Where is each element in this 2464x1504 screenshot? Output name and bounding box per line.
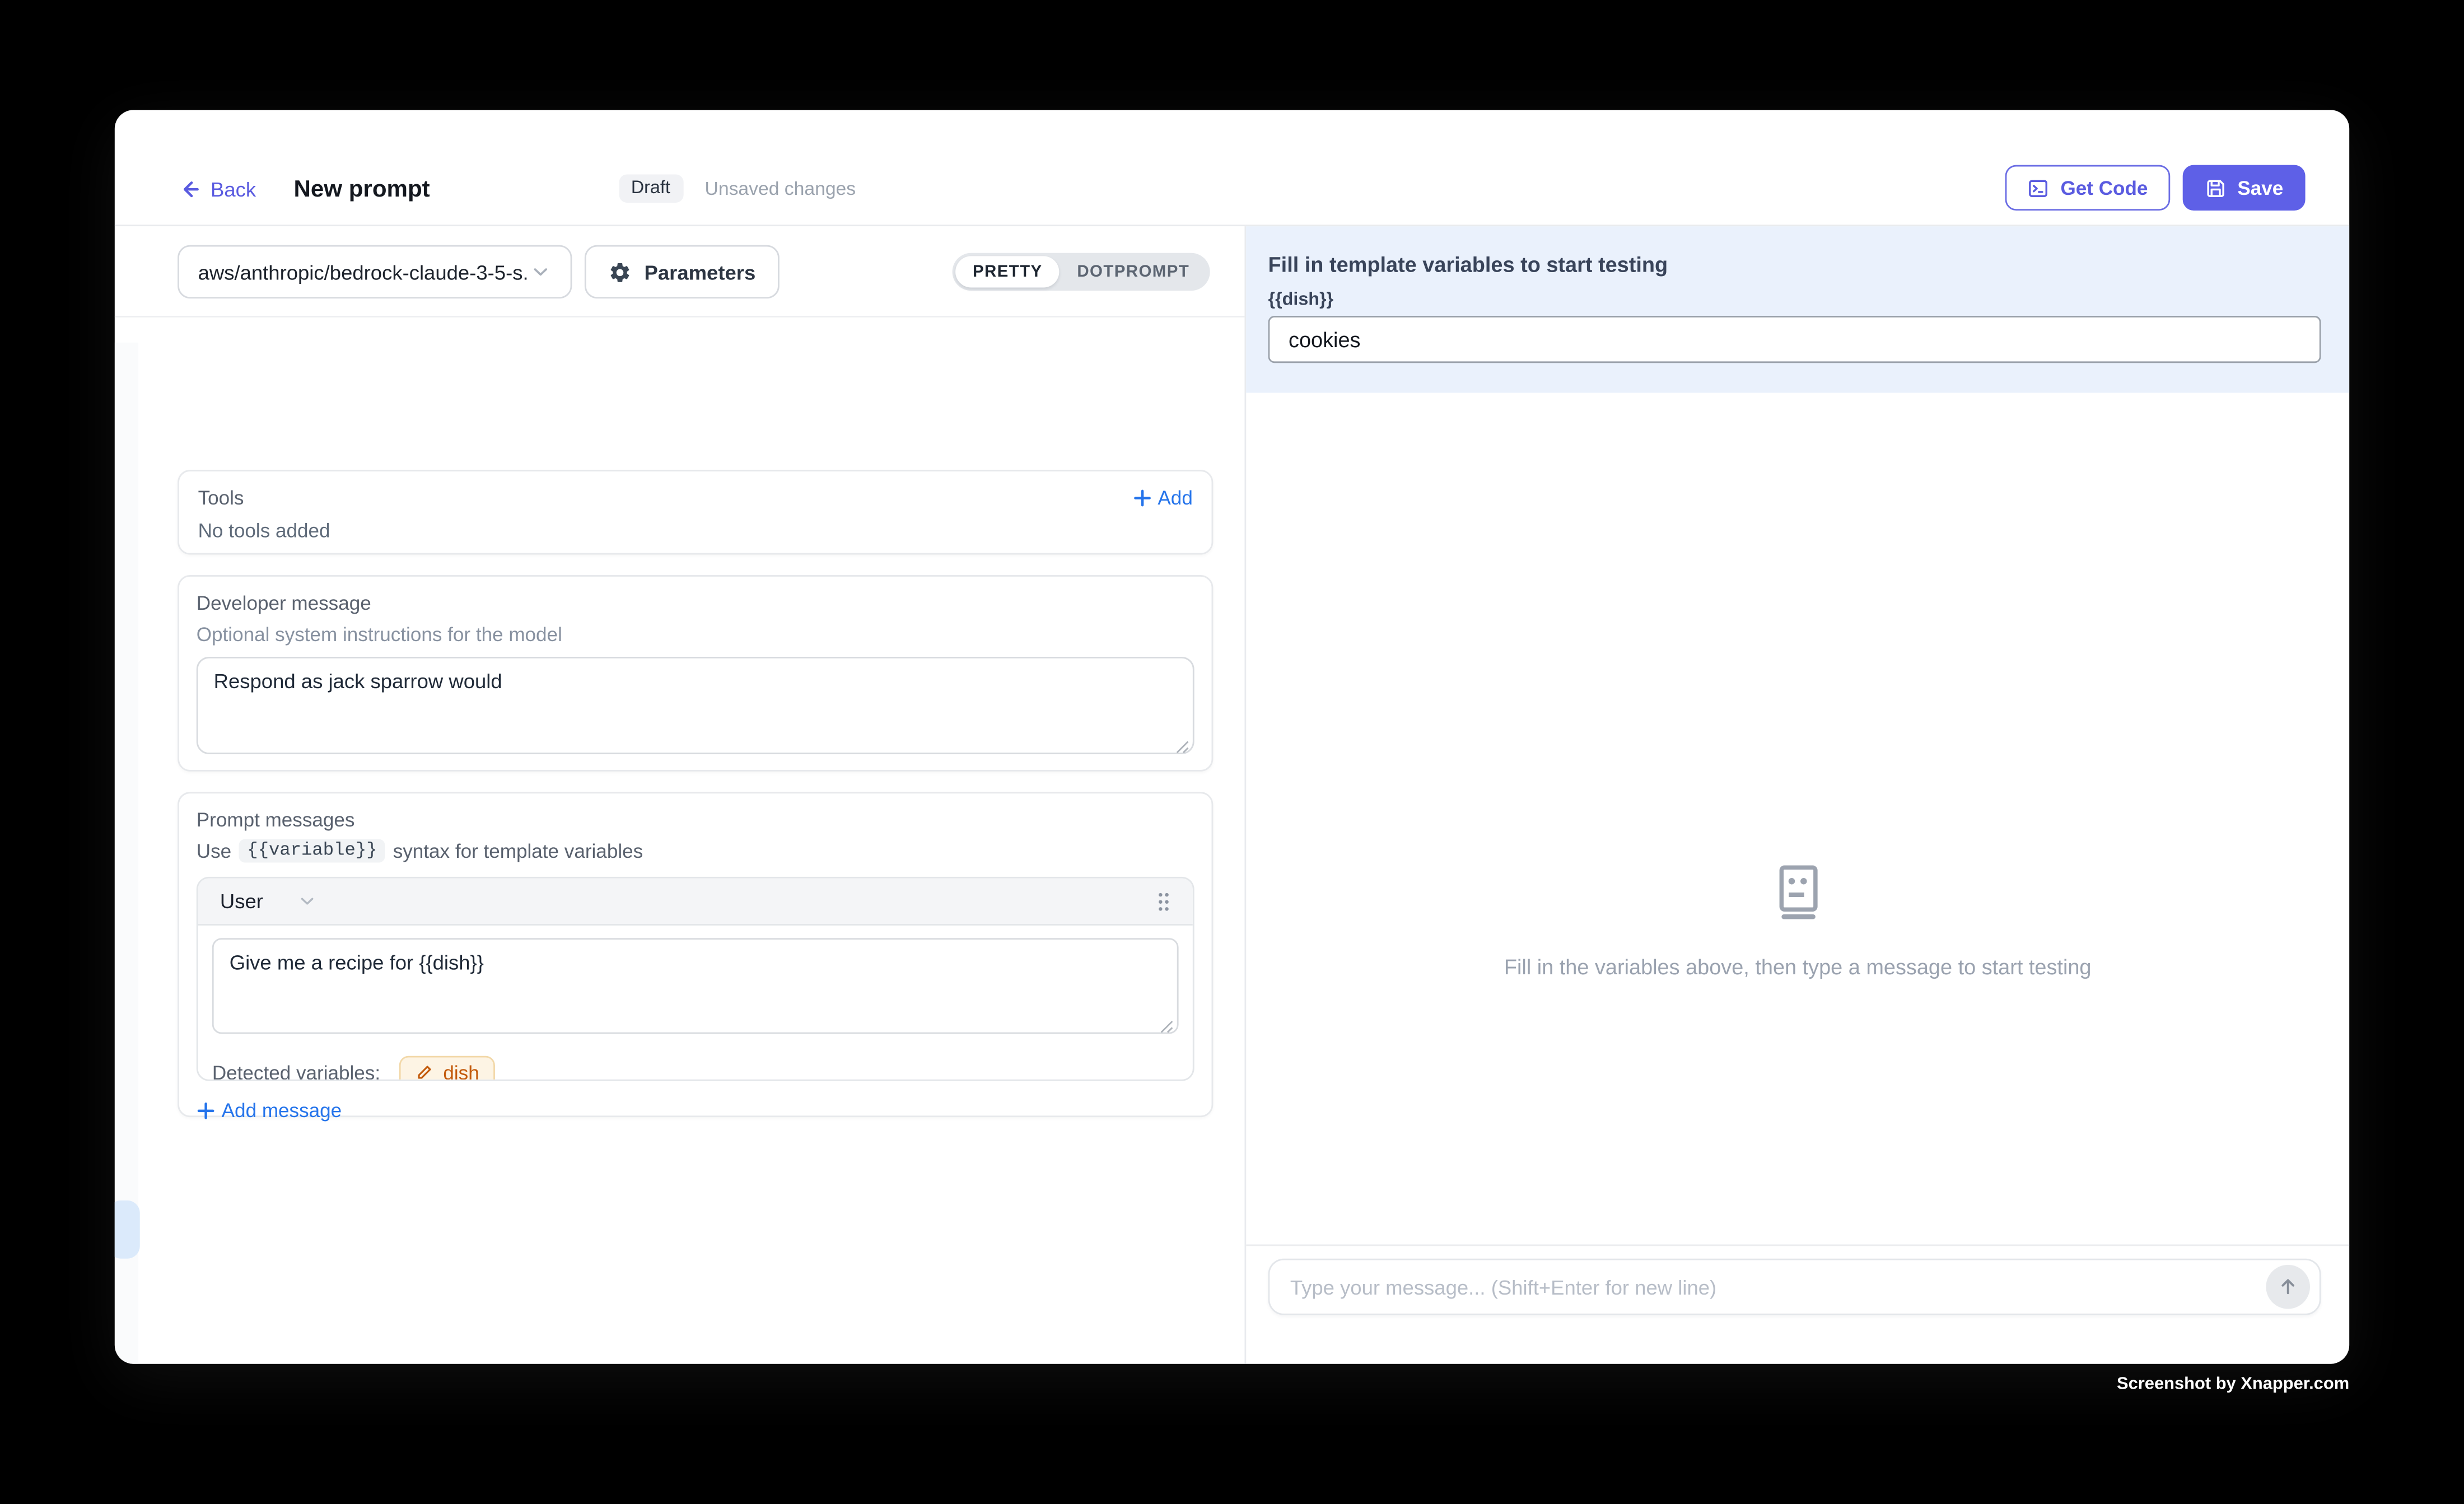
model-bar: aws/anthropic/bedrock-claude-3-5-s... Pa… [115, 226, 1245, 317]
tools-empty-text: No tools added [198, 520, 1193, 542]
developer-message-textarea[interactable]: Respond as jack sparrow would [197, 657, 1194, 754]
add-message-label: Add message [222, 1100, 342, 1122]
chevron-down-icon [530, 261, 552, 283]
add-tool-label: Add [1158, 487, 1192, 509]
resize-handle-icon[interactable] [1160, 1020, 1174, 1034]
message-content-textarea[interactable]: Give me a recipe for {{dish}} [212, 938, 1179, 1034]
variable-name-label: {{dish}} [1268, 291, 2321, 310]
chevron-down-icon [298, 891, 318, 911]
tools-card: Tools Add No tools added [178, 470, 1213, 555]
pencil-icon [415, 1064, 434, 1081]
model-selector[interactable]: aws/anthropic/bedrock-claude-3-5-s... [178, 245, 572, 298]
get-code-button[interactable]: Get Code [2005, 165, 2169, 211]
role-value: User [220, 889, 263, 913]
watermark-text: Screenshot by Xnapper.com [1765, 1375, 2349, 1394]
variable-value-input[interactable] [1268, 316, 2321, 363]
detected-variables-label: Detected variables: [212, 1062, 380, 1081]
save-icon [2204, 177, 2226, 199]
plus-icon [197, 1101, 216, 1120]
back-arrow-icon [178, 177, 201, 200]
role-selector[interactable]: User [220, 889, 318, 913]
syntax-hint: Use {{variable}} syntax for template var… [197, 839, 1194, 862]
tools-title: Tools [198, 487, 244, 509]
parameters-button[interactable]: Parameters [585, 245, 779, 298]
prompt-editor-pane: aws/anthropic/bedrock-claude-3-5-s... Pa… [115, 226, 1245, 1364]
save-button[interactable]: Save [2182, 165, 2305, 211]
screenshot-stage: Back New prompt Draft Unsaved changes Ge… [0, 0, 2464, 1503]
add-message-button[interactable]: Add message [197, 1100, 342, 1122]
unsaved-changes-note: Unsaved changes [705, 178, 856, 199]
syntax-variable-chip: {{variable}} [239, 839, 385, 862]
drag-handle-icon[interactable] [1156, 890, 1170, 912]
developer-message-card: Developer message Optional system instru… [178, 575, 1213, 772]
robot-face-icon [1768, 863, 1827, 921]
test-pane: Fill in template variables to start test… [1244, 226, 2349, 1364]
syntax-hint-suffix: syntax for template variables [393, 840, 643, 862]
model-selector-value: aws/anthropic/bedrock-claude-3-5-s... [198, 260, 530, 283]
chat-input-bar [1246, 1244, 2349, 1363]
app-window: Back New prompt Draft Unsaved changes Ge… [115, 110, 2349, 1363]
status-badge: Draft [618, 174, 683, 203]
left-edge-artifact [115, 1201, 140, 1259]
message-row: User Give me a r [197, 877, 1194, 1081]
tab-pretty[interactable]: PRETTY [955, 256, 1060, 287]
variable-chip-label: dish [443, 1062, 479, 1081]
send-button[interactable] [2266, 1265, 2310, 1309]
get-code-label: Get Code [2060, 177, 2148, 199]
detected-variables-row: Detected variables: dish [198, 1041, 1193, 1081]
message-header: User [198, 879, 1193, 926]
chat-input-container [1268, 1259, 2321, 1315]
template-variables-panel: Fill in template variables to start test… [1246, 226, 2349, 393]
tab-dotprompt[interactable]: DOTPROMPT [1060, 256, 1207, 287]
developer-message-subtitle: Optional system instructions for the mod… [197, 624, 1194, 646]
terminal-icon [2028, 177, 2050, 199]
view-mode-toggle: PRETTY DOTPROMPT [952, 253, 1210, 291]
variables-panel-title: Fill in template variables to start test… [1268, 253, 2321, 277]
chat-message-input[interactable] [1290, 1275, 2266, 1299]
back-label: Back [211, 177, 256, 200]
parameters-label: Parameters [645, 260, 756, 283]
plus-icon [1133, 489, 1152, 508]
chat-empty-state: Fill in the variables above, then type a… [1246, 863, 2349, 979]
syntax-hint-prefix: Use [197, 840, 231, 862]
arrow-up-icon [2277, 1276, 2299, 1298]
resize-handle-icon[interactable] [1175, 740, 1189, 754]
variable-chip-dish[interactable]: dish [399, 1056, 495, 1081]
developer-message-title: Developer message [197, 592, 1194, 614]
save-label: Save [2237, 177, 2283, 199]
prompt-messages-card: Prompt messages Use {{variable}} syntax … [178, 792, 1213, 1117]
prompt-messages-title: Prompt messages [197, 809, 1194, 831]
gear-icon [608, 260, 632, 283]
back-button[interactable]: Back [178, 177, 256, 200]
add-tool-button[interactable]: Add [1133, 487, 1193, 509]
empty-state-text: Fill in the variables above, then type a… [1504, 955, 2092, 979]
page-title: New prompt [293, 175, 430, 202]
top-header: Back New prompt Draft Unsaved changes Ge… [115, 110, 2349, 226]
